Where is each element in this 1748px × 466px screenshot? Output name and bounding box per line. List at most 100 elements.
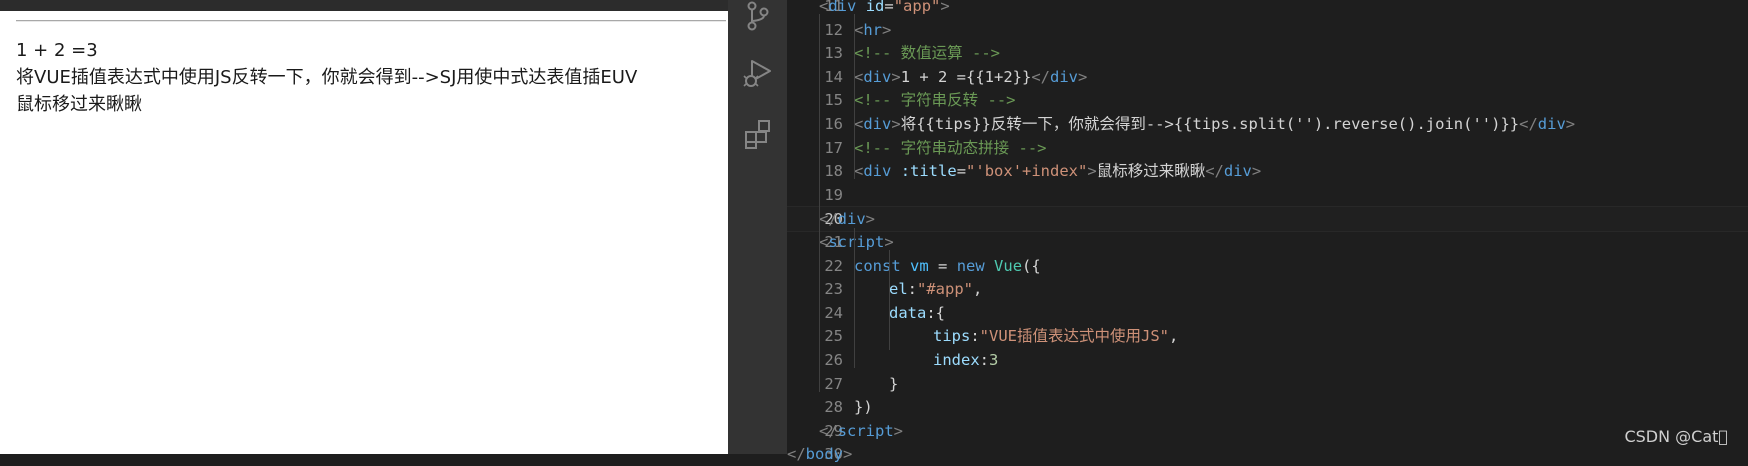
source-control-icon[interactable] (742, 0, 774, 32)
code-text: </body> (787, 442, 852, 466)
code-text: const vm = new Vue({ (854, 254, 1041, 278)
code-line[interactable]: 12 <hr> (787, 18, 1748, 42)
line-number: 15 (824, 91, 843, 110)
code-text: } (889, 372, 898, 396)
code-text: <div > 将{{tips}}反转一下，你就会得到-->{{tips.split(… (854, 112, 1575, 136)
code-text: </script> (819, 419, 903, 443)
indent-guide (854, 14, 855, 179)
code-token: <!-- 字符串动态拼接 --> (854, 138, 1047, 157)
code-token: < (854, 20, 864, 39)
indent-guide (889, 250, 890, 350)
browser-preview: 1 + 2 =3 将VUE插值表达式中使用JS反转一下，你就会得到-->SJ用使… (0, 0, 728, 454)
code-token: "app" (893, 0, 941, 15)
code-token: = (956, 162, 967, 181)
code-token: > (891, 67, 901, 86)
code-token: ({ (1022, 256, 1041, 275)
code-token: : (970, 327, 980, 346)
line-number: 13 (824, 44, 843, 63)
line-number: 19 (824, 185, 843, 204)
line-number: 12 (824, 20, 843, 39)
code-line[interactable]: 19 (787, 183, 1748, 207)
code-token: "#app" (917, 280, 974, 299)
code-token: </ (1519, 115, 1538, 133)
code-token: :title (900, 162, 957, 181)
code-token: </ (1031, 67, 1051, 86)
code-line[interactable]: 21 <script> (787, 230, 1748, 254)
line-number: 16 (824, 115, 843, 133)
run-debug-icon[interactable] (742, 57, 774, 89)
code-token: 3 (989, 351, 999, 369)
csdn-watermark: CSDN @Cat  (1624, 427, 1728, 446)
code-text: </div> (819, 207, 875, 231)
code-text: <div :title="'box'+index">鼠标移过来瞅瞅</div> (854, 159, 1261, 183)
hover-title-line[interactable]: 鼠标移过来瞅瞅 (16, 91, 637, 118)
extensions-icon[interactable] (742, 118, 774, 150)
code-token: id (865, 0, 885, 15)
code-editor[interactable]: 11 <div id="app"> 12 <hr> 13 <!-- 数值运算 --> 14 <… (787, 0, 1748, 463)
line-number: 22 (824, 256, 843, 275)
code-token: : (979, 351, 990, 369)
code-token: data (889, 303, 927, 322)
code-token: div (1050, 67, 1079, 86)
line-number: 25 (824, 327, 843, 346)
line-number: 28 (824, 398, 843, 417)
code-token: </ (819, 210, 838, 229)
line-number: 24 (824, 303, 843, 322)
code-token: :{ (926, 303, 945, 322)
code-line[interactable]: 28}) (787, 395, 1748, 419)
code-line[interactable]: 22 const vm = new Vue({ (787, 254, 1748, 278)
code-line[interactable]: 26 index:3 (787, 348, 1748, 372)
code-token: , (1169, 327, 1179, 346)
code-token: </ (1205, 162, 1224, 181)
line-number: 18 (824, 162, 843, 181)
code-token: > (940, 0, 950, 15)
code-token: < (854, 115, 864, 133)
reversed-string-line: 将VUE插值表达式中使用JS反转一下，你就会得到-->SJ用使中式达表值插EUV (16, 67, 638, 88)
code-line[interactable]: 15 <!-- 字符串反转 --> (787, 88, 1748, 112)
code-line[interactable]: 13 <!-- 数值运算 --> (787, 41, 1748, 65)
code-line[interactable]: 29 </script> (787, 419, 1748, 443)
code-token: 将{{tips}}反转一下，你就会得到-->{{tips.split('').r… (900, 115, 1520, 133)
code-line[interactable]: 24 data:{ (787, 301, 1748, 325)
code-text: el:"#app", (889, 277, 982, 301)
code-token: } (889, 374, 899, 393)
code-token: > (1251, 162, 1262, 181)
code-line[interactable]: 25 tips:"VUE插值表达式中使用JS", (787, 324, 1748, 348)
indent-guide (854, 228, 855, 368)
code-token: el (889, 280, 908, 299)
code-token: < (854, 67, 864, 86)
code-line[interactable]: 27} (787, 372, 1748, 396)
code-text: <div>1 + 2 ={{1+2}}</div> (854, 65, 1087, 89)
code-token: script (837, 421, 894, 440)
code-token: > (884, 233, 894, 251)
code-token: div (828, 0, 857, 15)
code-token: Vue (994, 256, 1023, 275)
code-line[interactable]: 20 </div> (787, 206, 1748, 233)
code-text: }) (854, 395, 873, 419)
code-token: vm (910, 256, 929, 275)
code-text: <script> (819, 230, 894, 254)
code-token: > (1565, 115, 1576, 133)
code-line[interactable]: 16 <div > 将{{tips}}反转一下，你就会得到-->{{tips.spli… (787, 112, 1748, 136)
line-number: 14 (824, 67, 843, 86)
code-line[interactable]: 14 <div>1 + 2 ={{1+2}}</div> (787, 65, 1748, 89)
code-token: script (828, 233, 885, 251)
code-token: : (907, 280, 918, 299)
code-token: index (933, 351, 980, 369)
code-text: tips:"VUE插值表达式中使用JS", (933, 324, 1178, 348)
code-token: > (865, 210, 876, 229)
code-token: "'box'+index" (966, 162, 1088, 181)
code-token: div (863, 115, 892, 133)
code-text: <!-- 字符串动态拼接 --> (854, 136, 1047, 160)
code-line[interactable]: 30 </body> (787, 442, 1748, 466)
code-token: </ (787, 445, 806, 464)
code-line[interactable]: 17 <!-- 字符串动态拼接 --> (787, 136, 1748, 160)
code-line[interactable]: 18 <div :title="'box'+index">鼠标移过来瞅瞅</div… (787, 159, 1748, 183)
code-token: div (863, 162, 892, 181)
code-line[interactable]: 23 el:"#app", (787, 277, 1748, 301)
code-token: = (884, 0, 894, 15)
code-line[interactable]: 11 <div id="app"> (787, 0, 1748, 18)
